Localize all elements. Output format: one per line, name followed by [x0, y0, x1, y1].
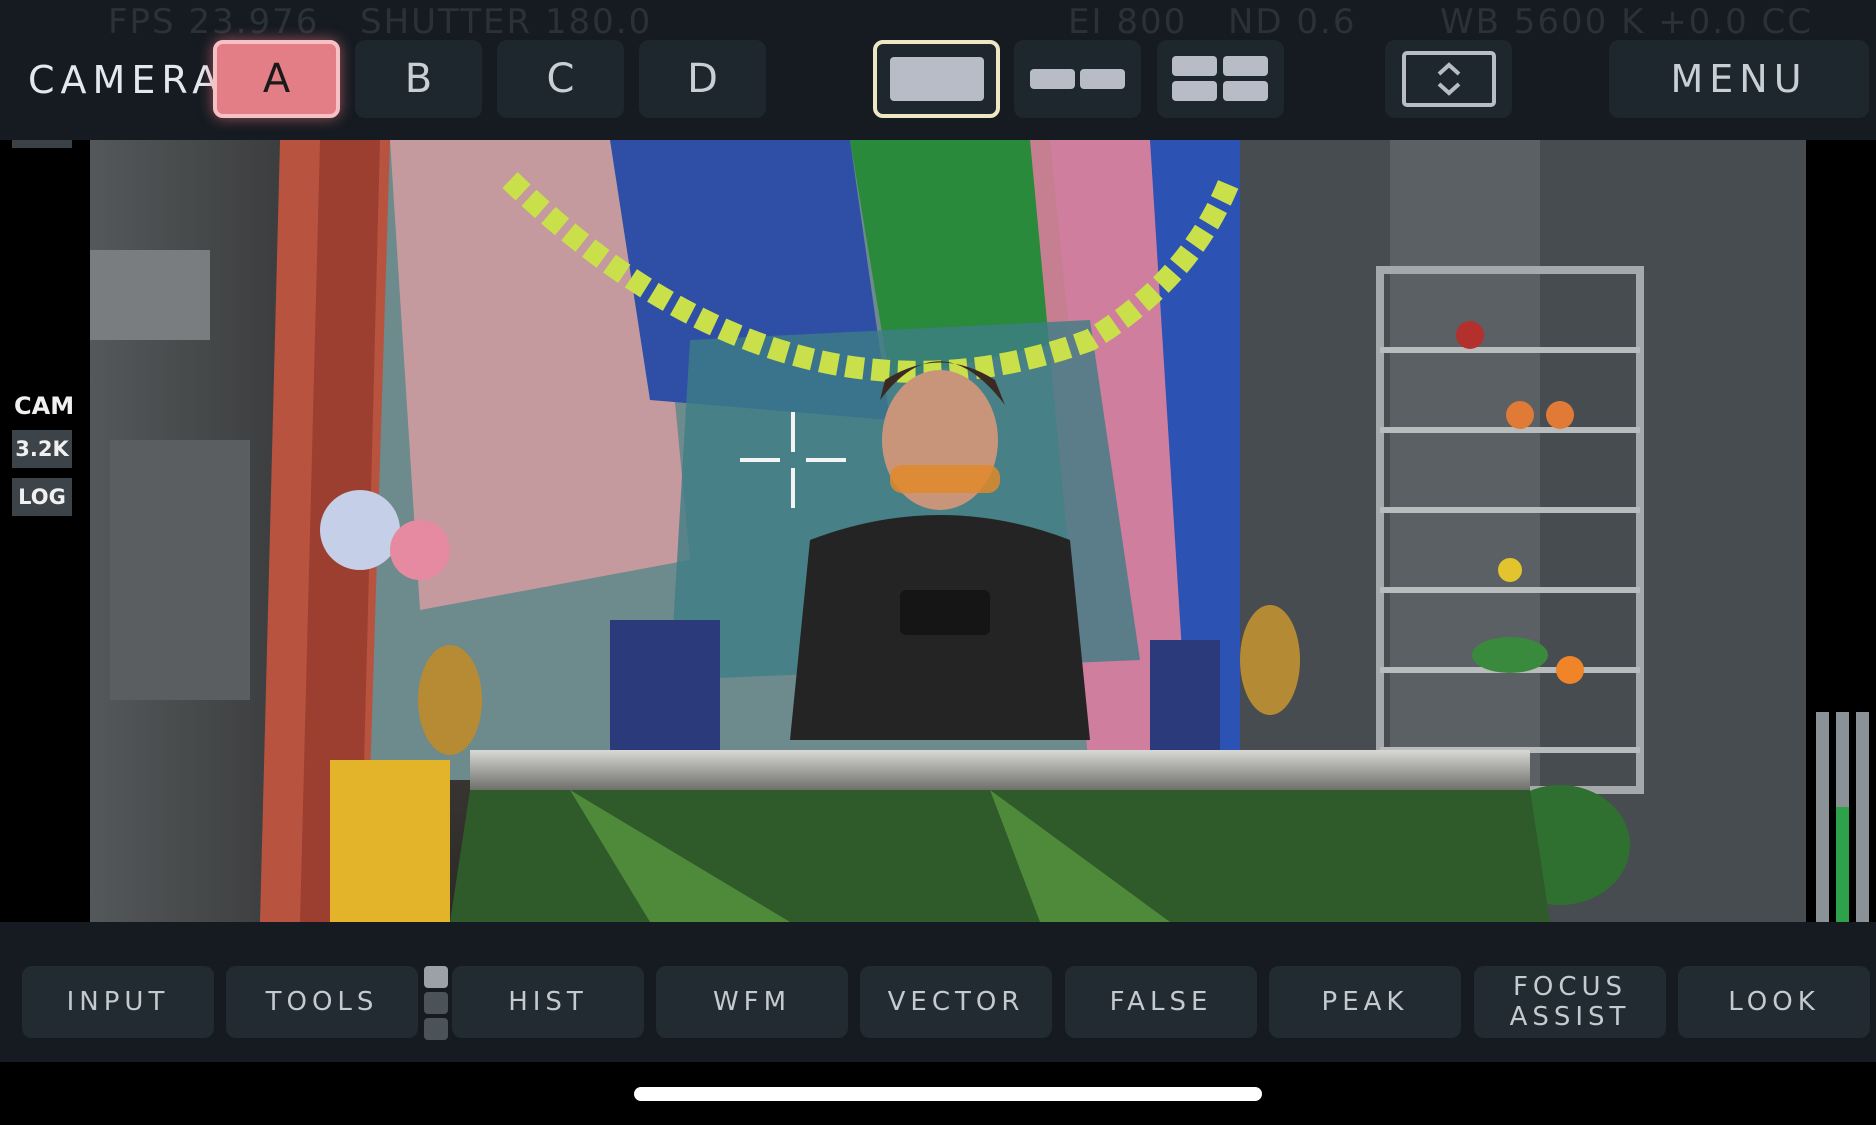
focus-assist-label: FOCUS ASSIST — [1509, 972, 1631, 1032]
audio-meter-fill — [1836, 806, 1849, 922]
toolbar-page-dot-1[interactable] — [424, 966, 448, 988]
status-ghost-nd: ND 0.6 — [1228, 2, 1357, 42]
camera-video-feed[interactable] — [90, 140, 1806, 922]
audio-meters — [1806, 140, 1876, 922]
dual-view-button[interactable] — [1014, 40, 1141, 118]
camera-tab-d[interactable]: D — [639, 40, 766, 118]
status-ghost-wb: WB 5600 K +0.0 CC — [1440, 2, 1814, 42]
tools-button[interactable]: TOOLS — [226, 966, 418, 1038]
false-color-button[interactable]: FALSE — [1065, 966, 1257, 1038]
left-info-column: CAM 3.2K LOG — [0, 140, 90, 922]
audio-meter-ch3 — [1856, 712, 1869, 922]
camera-label: CAMERA — [28, 58, 225, 102]
home-indicator[interactable] — [634, 1087, 1262, 1101]
quad-view-button[interactable] — [1157, 40, 1284, 118]
single-view-icon — [890, 57, 984, 101]
expand-vertical-icon — [1401, 51, 1496, 107]
expand-button[interactable] — [1385, 40, 1512, 118]
scroll-indicator — [12, 140, 72, 148]
audio-meter-ch1 — [1816, 712, 1829, 922]
wfm-button[interactable]: WFM — [656, 966, 848, 1038]
cam-tag: CAM — [14, 392, 75, 420]
menu-button[interactable]: MENU — [1609, 40, 1869, 118]
vector-button[interactable]: VECTOR — [860, 966, 1052, 1038]
camera-tab-b[interactable]: B — [355, 40, 482, 118]
look-button[interactable]: LOOK — [1678, 966, 1870, 1038]
toolbar-page-dot-3[interactable] — [424, 1018, 448, 1040]
toolbar-page-dot-2[interactable] — [424, 992, 448, 1014]
peak-button[interactable]: PEAK — [1269, 966, 1461, 1038]
hist-button[interactable]: HIST — [452, 966, 644, 1038]
status-ghost-fps: FPS 23.976 — [108, 2, 320, 42]
gamma-badge: LOG — [12, 478, 72, 516]
resolution-badge: 3.2K — [12, 430, 72, 468]
top-bar: FPS 23.976 SHUTTER 180.0 EI 800 ND 0.6 W… — [0, 0, 1876, 140]
camera-tab-a[interactable]: A — [213, 40, 340, 118]
audio-meter-ch2 — [1836, 712, 1849, 922]
status-ghost-shutter: SHUTTER 180.0 — [360, 2, 653, 42]
input-button[interactable]: INPUT — [22, 966, 214, 1038]
bottom-toolbar: INPUT TOOLS HIST WFM VECTOR FALSE PEAK F… — [0, 922, 1876, 1062]
focus-assist-button[interactable]: FOCUS ASSIST — [1474, 966, 1666, 1038]
single-view-button[interactable] — [873, 40, 1000, 118]
video-scene — [90, 140, 1806, 922]
status-ghost-ei: EI 800 — [1068, 2, 1188, 42]
camera-tab-c[interactable]: C — [497, 40, 624, 118]
